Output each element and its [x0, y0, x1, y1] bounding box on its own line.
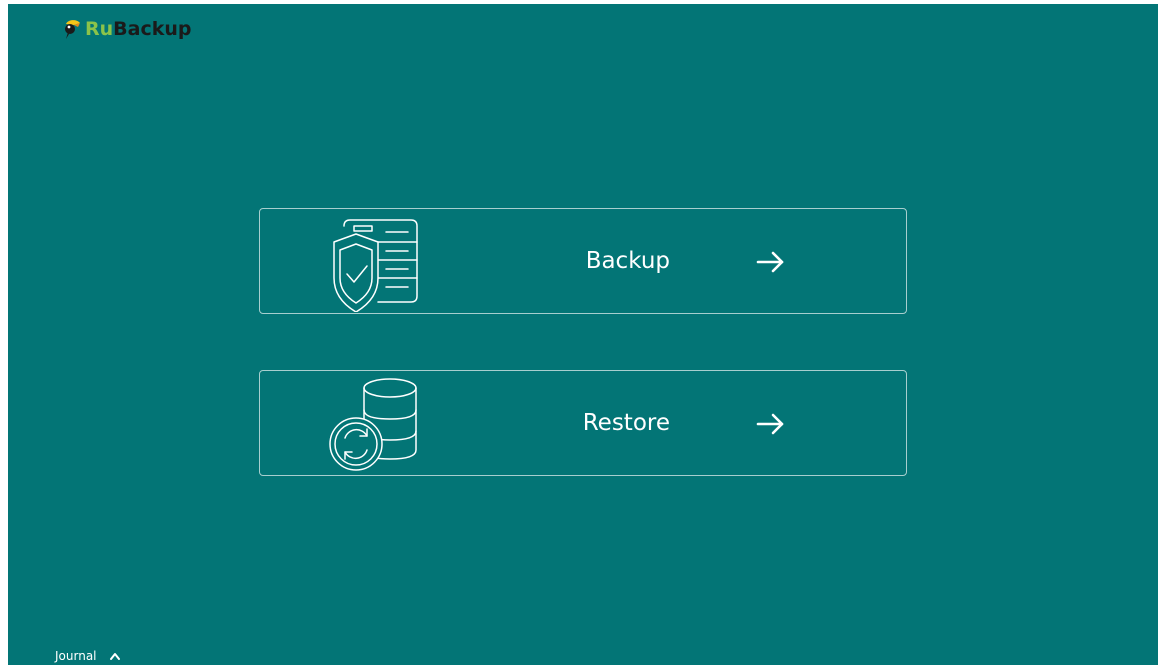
restore-card[interactable]: Restore [259, 370, 907, 476]
backup-card[interactable]: Backup [259, 208, 907, 314]
backup-label: Backup [585, 248, 670, 274]
arrow-right-icon [756, 251, 784, 273]
journal-toggle[interactable]: Journal [55, 649, 121, 663]
brand-prefix: Ru [85, 18, 114, 40]
rubackup-logo: RuBackup [62, 18, 192, 40]
restore-label: Restore [582, 410, 670, 436]
toucan-logo-icon [65, 20, 80, 39]
journal-label: Journal [55, 649, 97, 663]
brand-suffix: Backup [113, 18, 192, 40]
document-shield-check-icon [333, 219, 418, 312]
database-restore-icon [329, 378, 417, 471]
chevron-up-icon [109, 653, 120, 660]
arrow-right-icon [756, 413, 784, 435]
app-window: RuBackup Backup Restore Journal [8, 4, 1158, 665]
